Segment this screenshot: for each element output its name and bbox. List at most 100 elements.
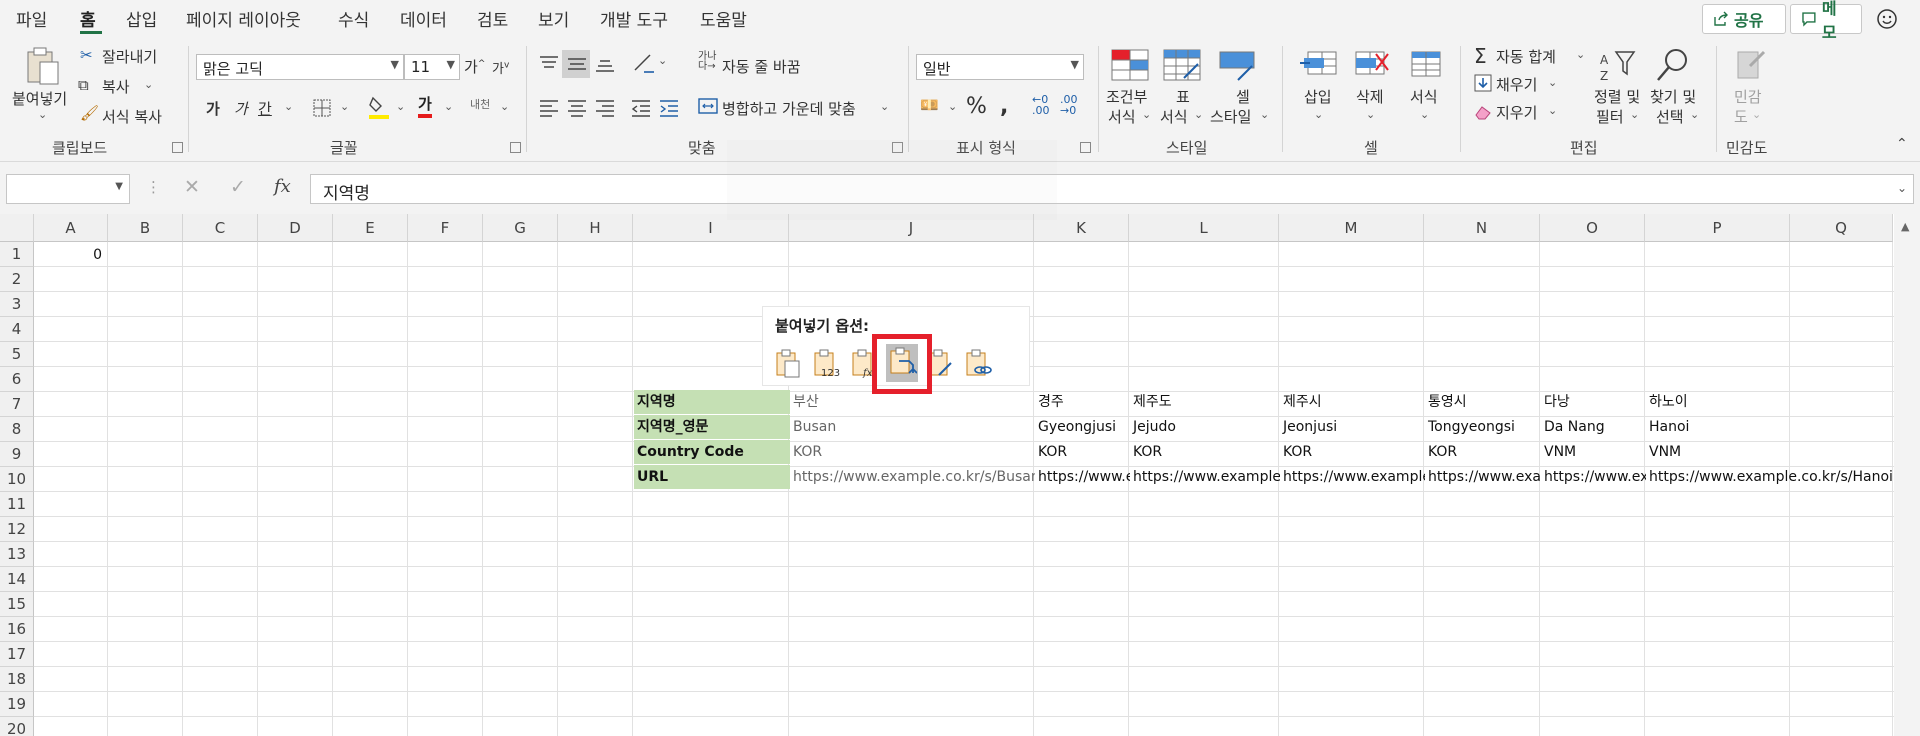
decrease-decimal-icon[interactable]: .00 →0 [1060, 94, 1078, 116]
decrease-indent-icon[interactable] [630, 98, 652, 118]
tab-view[interactable]: 보기 [538, 6, 569, 31]
cell-m10[interactable]: https://www.example.c [1280, 465, 1425, 489]
clear-label[interactable]: 지우기 [1496, 102, 1537, 123]
find-select-icon[interactable] [1652, 46, 1692, 86]
cell-l8[interactable]: Jejudo [1130, 415, 1280, 439]
tab-formulas[interactable]: 수식 [338, 6, 369, 31]
cell-o7[interactable]: 다낭 [1541, 390, 1646, 414]
cell-m8[interactable]: Jeonjusi [1280, 415, 1425, 439]
row-header-10[interactable]: 10 [0, 467, 34, 492]
sort-filter-icon[interactable]: AZ [1598, 46, 1638, 86]
find-select-label-2[interactable]: 선택 [1656, 106, 1684, 127]
more-options-icon[interactable]: ⋮ [146, 178, 161, 196]
paste-link-icon[interactable] [963, 349, 993, 379]
sensitivity-label-1[interactable]: 민감 [1734, 86, 1762, 107]
row-header-12[interactable]: 12 [0, 517, 34, 542]
cancel-icon[interactable]: ✕ [184, 176, 200, 198]
cell-o9[interactable]: VNM [1541, 440, 1646, 464]
merge-center-icon[interactable] [698, 96, 718, 116]
row-header-6[interactable]: 6 [0, 367, 34, 392]
font-color-button[interactable]: 가 [418, 94, 432, 118]
column-header-m[interactable]: M [1279, 214, 1424, 242]
insert-cells-label[interactable]: 삽입 [1304, 86, 1332, 107]
italic-button[interactable]: 가 [234, 98, 248, 119]
tab-home[interactable]: 홈 [80, 6, 96, 31]
row-header-11[interactable]: 11 [0, 492, 34, 517]
increase-indent-icon[interactable] [658, 98, 680, 118]
paste-icon[interactable] [22, 46, 62, 86]
phonetic-dropdown[interactable]: ⌄ [500, 100, 509, 113]
cell-l9[interactable]: KOR [1130, 440, 1280, 464]
merge-dropdown[interactable]: ⌄ [880, 100, 889, 113]
share-button[interactable]: 공유 [1702, 4, 1786, 34]
tab-developer[interactable]: 개발 도구 [600, 6, 668, 31]
cell-styles-icon[interactable] [1218, 48, 1258, 82]
clear-icon[interactable] [1474, 104, 1492, 120]
align-middle-icon[interactable] [566, 54, 588, 74]
cell-k9[interactable]: KOR [1035, 440, 1130, 464]
cell-m9[interactable]: KOR [1280, 440, 1425, 464]
cell-n8[interactable]: Tongyeongsi [1425, 415, 1541, 439]
font-color-dropdown[interactable]: ⌄ [444, 100, 453, 113]
format-cells-icon[interactable] [1406, 48, 1446, 80]
cell-n10[interactable]: https://www.exam [1425, 465, 1541, 489]
enter-icon[interactable]: ✓ [230, 176, 246, 198]
column-header-c[interactable]: C [183, 214, 258, 242]
scroll-up-icon[interactable]: ▲ [1901, 220, 1909, 233]
column-header-d[interactable]: D [258, 214, 333, 242]
delete-cells-label[interactable]: 삭제 [1356, 86, 1384, 107]
cut-label[interactable]: 잘라내기 [102, 46, 157, 67]
autosum-label[interactable]: 자동 합계 [1496, 46, 1556, 67]
format-painter-label[interactable]: 서식 복사 [102, 106, 162, 127]
format-cells-label[interactable]: 서식 [1410, 86, 1438, 107]
column-header-a[interactable]: A [34, 214, 108, 242]
delete-cells-icon[interactable] [1352, 48, 1392, 80]
phonetic-button[interactable]: 내천 [470, 96, 490, 112]
number-format-combo[interactable]: 일반 ▼ [916, 54, 1084, 80]
conditional-formatting-label-2[interactable]: 서식 [1108, 106, 1136, 127]
format-as-table-dropdown[interactable]: ⌄ [1194, 108, 1203, 121]
cell-i7[interactable]: 지역명 [634, 390, 790, 414]
vertical-scrollbar[interactable]: ▲ [1894, 214, 1920, 736]
conditional-formatting-icon[interactable] [1110, 48, 1150, 82]
column-header-q[interactable]: Q [1790, 214, 1893, 242]
paste-icon[interactable] [773, 349, 803, 379]
row-header-7[interactable]: 7 [0, 392, 34, 417]
paste-values-icon[interactable]: 123 [811, 349, 841, 379]
format-cells-dropdown[interactable]: ⌄ [1420, 108, 1429, 121]
column-header-l[interactable]: L [1129, 214, 1279, 242]
conditional-formatting-dropdown[interactable]: ⌄ [1142, 108, 1151, 121]
row-header-1[interactable]: 1 [0, 242, 34, 267]
delete-cells-dropdown[interactable]: ⌄ [1366, 108, 1375, 121]
fill-dropdown[interactable]: ⌄ [1548, 76, 1557, 89]
autosum-icon[interactable]: Σ [1474, 44, 1487, 68]
font-dialog-launcher[interactable] [510, 142, 521, 153]
bold-button[interactable]: 가 [206, 98, 220, 119]
row-header-16[interactable]: 16 [0, 617, 34, 642]
underline-button[interactable]: 간 [258, 98, 272, 119]
underline-dropdown[interactable]: ⌄ [284, 100, 293, 113]
align-center-icon[interactable] [566, 98, 588, 118]
tab-insert[interactable]: 삽입 [126, 6, 157, 31]
cell-p7[interactable]: 하노이 [1646, 390, 1894, 414]
tab-review[interactable]: 검토 [477, 6, 508, 31]
clipboard-dialog-launcher[interactable] [172, 142, 183, 153]
row-header-20[interactable]: 20 [0, 717, 34, 736]
fill-label[interactable]: 채우기 [1496, 74, 1537, 95]
select-all-corner[interactable] [0, 214, 34, 242]
cell-p8[interactable]: Hanoi [1646, 415, 1894, 439]
sort-filter-label-2[interactable]: 필터 [1596, 106, 1624, 127]
column-header-p[interactable]: P [1645, 214, 1790, 242]
copy-label[interactable]: 복사 [102, 76, 130, 97]
column-header-e[interactable]: E [333, 214, 408, 242]
sensitivity-dropdown[interactable]: ⌄ [1752, 108, 1761, 121]
column-header-f[interactable]: F [408, 214, 483, 242]
tab-file[interactable]: 파일 [16, 6, 47, 31]
cell-i10[interactable]: URL [634, 465, 790, 489]
format-as-table-label-1[interactable]: 표 [1176, 86, 1190, 107]
borders-dropdown[interactable]: ⌄ [340, 100, 349, 113]
align-left-icon[interactable] [538, 98, 560, 118]
paste-dropdown[interactable]: ⌄ [38, 108, 47, 121]
merge-center-label[interactable]: 병합하고 가운데 맞춤 [722, 98, 856, 119]
cut-icon[interactable]: ✂ [80, 46, 93, 64]
